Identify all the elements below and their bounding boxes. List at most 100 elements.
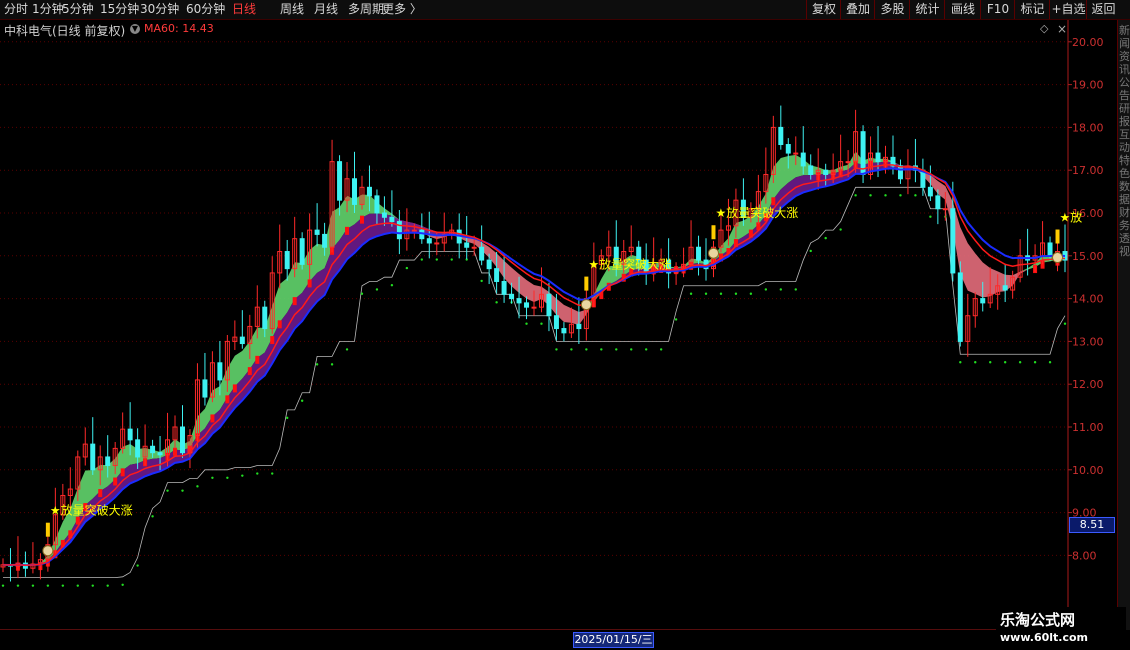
toolbar-button-0[interactable]: 复权 <box>806 0 841 19</box>
candle-body[interactable] <box>808 165 814 175</box>
period-tab-8[interactable]: 月线 <box>314 1 338 18</box>
candle-body[interactable] <box>471 246 477 249</box>
candle-body[interactable] <box>897 165 903 180</box>
candle-body[interactable] <box>553 315 559 330</box>
candle-body[interactable] <box>823 169 829 175</box>
candle-body[interactable] <box>1002 285 1008 291</box>
candle-body[interactable] <box>875 152 881 163</box>
ribbon-block <box>255 355 260 364</box>
candle-body[interactable] <box>262 306 268 330</box>
candle-body[interactable] <box>464 242 470 248</box>
candle-body[interactable] <box>785 144 791 154</box>
period-tab-5[interactable]: 60分钟 <box>186 1 225 18</box>
period-tab-2[interactable]: 5分钟 <box>62 1 94 18</box>
candle-body[interactable] <box>179 426 185 454</box>
right-sidebar[interactable]: 新闻资讯公告研报互动特色数据财务透视 <box>1117 20 1130 630</box>
candle-body[interactable] <box>531 306 537 309</box>
toolbar-button-7[interactable]: +自选 <box>1049 0 1087 19</box>
ribbon-block <box>120 468 125 477</box>
support-dot <box>540 322 543 325</box>
candle-body[interactable] <box>314 229 320 235</box>
ribbon-block <box>247 367 252 376</box>
candle-body[interactable] <box>524 302 530 308</box>
period-tab-10[interactable]: 更多 〉 <box>382 1 422 18</box>
candle-body[interactable] <box>516 298 522 304</box>
support-dot <box>16 584 20 587</box>
candle-body[interactable] <box>299 238 305 265</box>
candle-body[interactable] <box>935 195 941 210</box>
candle-body[interactable] <box>202 379 208 398</box>
candle-body[interactable] <box>127 428 133 441</box>
candle-body[interactable] <box>150 445 156 454</box>
period-tab-9[interactable]: 多周期 <box>348 1 384 18</box>
candle-body[interactable] <box>486 259 492 270</box>
signal-label: ★放量突破大涨 <box>50 503 133 518</box>
candle-body[interactable] <box>381 212 387 218</box>
candle-body[interactable] <box>576 323 582 330</box>
toolbar-button-5[interactable]: F10 <box>980 0 1015 19</box>
candle-body[interactable] <box>494 268 500 282</box>
candle-body[interactable] <box>980 298 986 304</box>
toolbar-button-1[interactable]: 叠加 <box>840 0 875 19</box>
price-axis-label: 20.00 <box>1072 36 1104 49</box>
candle-body[interactable] <box>352 178 358 205</box>
candle-body[interactable] <box>90 443 96 471</box>
candle-body[interactable] <box>389 216 395 223</box>
support-dot <box>121 583 124 586</box>
ribbon-block <box>173 447 178 456</box>
support-dot <box>749 292 753 295</box>
candle-body[interactable] <box>366 186 372 197</box>
price-axis-label: 15.00 <box>1072 250 1104 263</box>
candle-body[interactable] <box>942 208 948 211</box>
candle-body[interactable] <box>426 238 432 244</box>
candle-body[interactable] <box>546 293 552 317</box>
period-tab-3[interactable]: 15分钟 <box>100 1 139 18</box>
price-axis-label: 19.00 <box>1072 79 1104 92</box>
candle-body[interactable] <box>793 152 799 155</box>
support-dot <box>884 194 887 197</box>
candle-body[interactable] <box>509 293 515 300</box>
indicator-toggle-icon[interactable]: ▼ <box>130 24 140 34</box>
candle-body[interactable] <box>845 161 851 164</box>
toolbar-button-2[interactable]: 多股 <box>874 0 910 19</box>
candle-body[interactable] <box>696 246 702 261</box>
diamond-icon[interactable]: ◇ <box>1040 22 1048 35</box>
candle-body[interactable] <box>396 221 402 240</box>
toolbar-button-3[interactable]: 统计 <box>909 0 945 19</box>
toolbar-button-8[interactable]: 返回 <box>1086 0 1120 19</box>
candle-body[interactable] <box>434 242 440 245</box>
candle-body[interactable] <box>135 439 141 458</box>
candle-body[interactable] <box>800 152 806 167</box>
ribbon-block <box>210 414 215 423</box>
candle-body[interactable] <box>284 251 290 270</box>
support-dot <box>600 348 603 351</box>
period-tab-7[interactable]: 周线 <box>280 1 304 18</box>
candle-body[interactable] <box>157 452 163 456</box>
candle-body[interactable] <box>239 336 245 345</box>
candle-body[interactable] <box>322 233 328 248</box>
toolbar-button-4[interactable]: 画线 <box>944 0 981 19</box>
candle-body[interactable] <box>217 362 223 381</box>
period-tab-4[interactable]: 30分钟 <box>140 1 179 18</box>
candle-body[interactable] <box>957 272 963 342</box>
period-tab-1[interactable]: 1分钟 <box>32 1 64 18</box>
candle-body[interactable] <box>501 280 507 295</box>
candle-body[interactable] <box>479 246 485 261</box>
candle-body[interactable] <box>374 195 380 214</box>
candle-body[interactable] <box>561 328 567 334</box>
close-icon[interactable]: × <box>1057 22 1067 36</box>
cursor-date-box: 2025/01/15/三 <box>573 632 654 648</box>
candle-body[interactable] <box>927 186 933 197</box>
candle-body[interactable] <box>778 126 784 146</box>
period-tab-0[interactable]: 分时 <box>4 1 28 18</box>
candle-body[interactable] <box>411 229 417 232</box>
candle-body[interactable] <box>337 161 343 201</box>
candle-body[interactable] <box>105 456 111 467</box>
kline-chart[interactable]: 20.0019.0018.0017.0016.0015.0014.0013.00… <box>0 20 1117 630</box>
toolbar-button-6[interactable]: 标记 <box>1014 0 1050 19</box>
candle-body[interactable] <box>950 208 956 274</box>
period-tab-6[interactable]: 日线 <box>232 1 256 18</box>
support-dot <box>1 584 5 587</box>
support-dot <box>300 399 304 402</box>
candle-body[interactable] <box>1047 242 1053 257</box>
